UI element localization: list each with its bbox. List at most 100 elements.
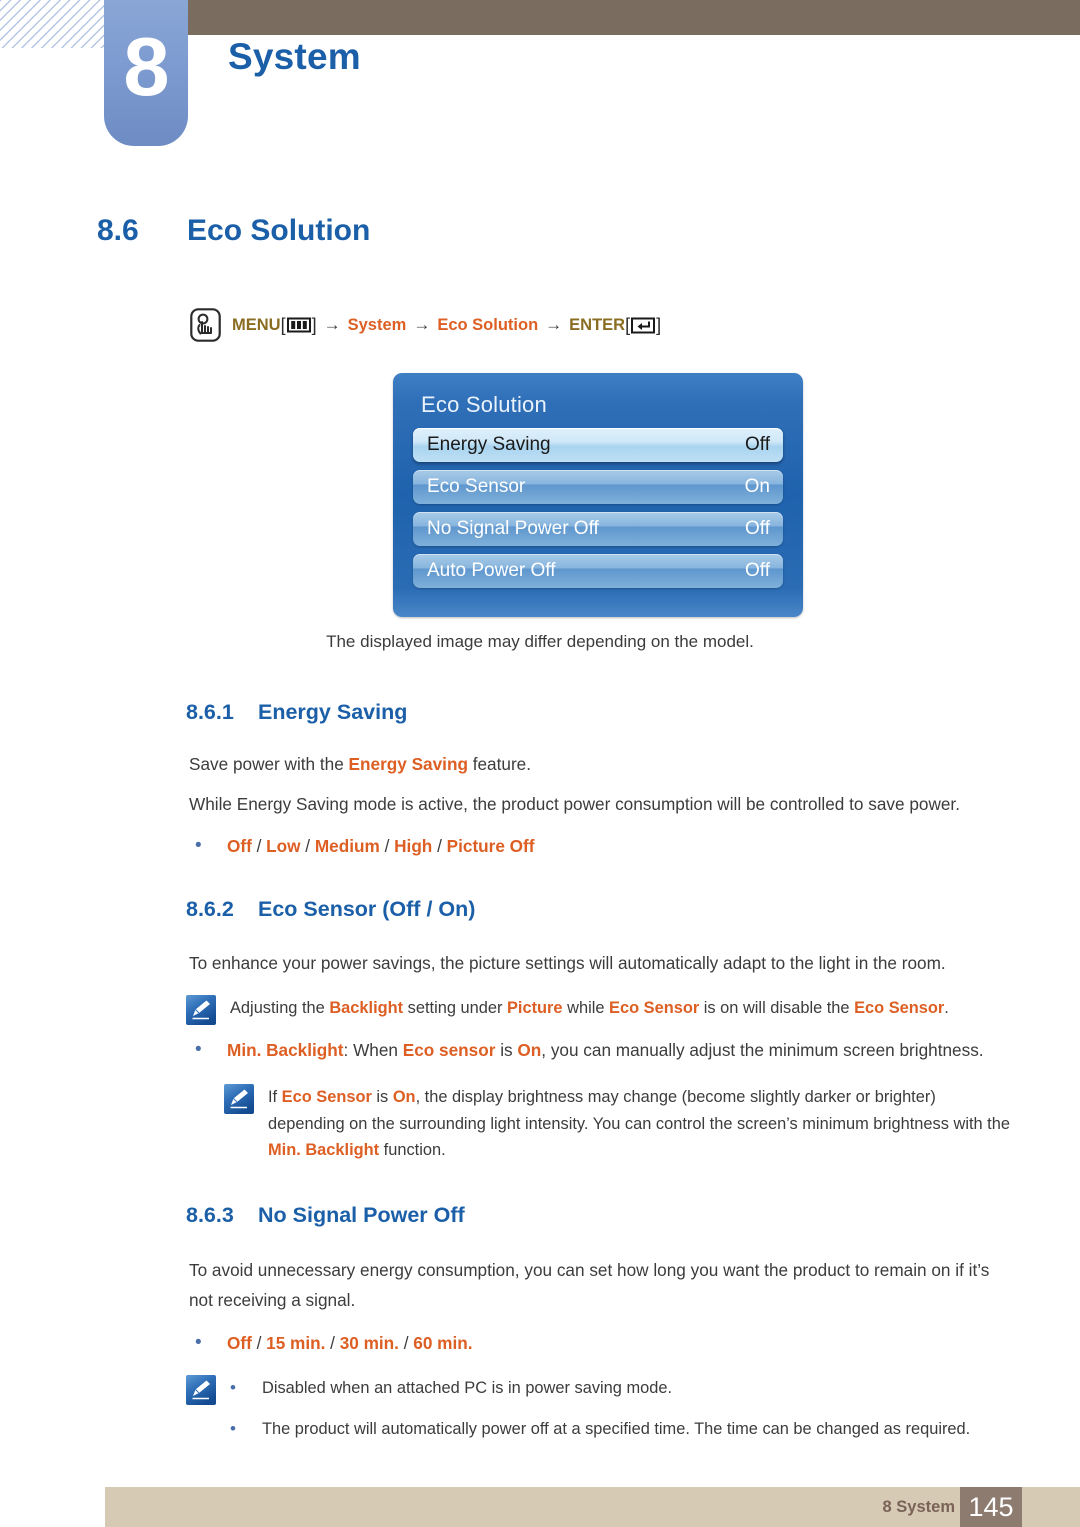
menu-step-eco-solution: Eco Solution [437,315,539,334]
term-eco-sensor: Eco Sensor [281,1088,372,1106]
chapter-title: System [228,36,361,77]
option-off: Off [227,1333,252,1353]
osd-title: Eco Solution [421,392,547,417]
term-on: On [517,1040,542,1060]
bracket-open-enter: [ [625,314,631,335]
option-medium: Medium [314,836,380,856]
note-block-862-1: Adjusting the Backlight setting under Pi… [186,995,1016,1025]
note-list-item: • Disabled when an attached PC is in pow… [230,1375,1026,1402]
option-30-min: 30 min. [339,1333,399,1353]
paragraph-862-1: To enhance your power savings, the pictu… [189,953,946,973]
option-low: Low [266,836,301,856]
bullet-dot-icon: • [230,1418,236,1438]
bullet-861-options: • Off / Low / Medium / High / Picture Of… [189,833,535,860]
separator: / [379,836,395,856]
note-item-text: The product will automatically power off… [262,1419,971,1438]
bracket-close-enter: ] [656,314,662,335]
osd-row-eco-sensor[interactable]: Eco Sensor On [413,470,783,504]
separator: / [251,1333,267,1353]
subsection-title-863: No Signal Power Off [258,1203,465,1227]
osd-row-value: Off [745,434,770,455]
bullet-863-options: • Off / 15 min. / 30 min. / 60 min. [189,1330,473,1357]
menu-key-icon [286,317,311,333]
note-item-text: Disabled when an attached PC is in power… [262,1379,672,1397]
arrow-2-icon: → [413,315,431,334]
option-15-min: 15 min. [266,1333,326,1353]
text-run: . [944,999,949,1017]
osd-row-value: Off [745,518,770,539]
text-run: is [371,1088,393,1106]
text-run: If [268,1088,282,1106]
osd-row-auto-power-off[interactable]: Auto Power Off Off [413,554,783,588]
osd-row-no-signal-power-off[interactable]: No Signal Power Off Off [413,512,783,546]
note-pencil-icon [224,1084,254,1114]
note-block-863: • Disabled when an attached PC is in pow… [186,1375,1026,1442]
bullet-text: Off / Low / Medium / High / Picture Off [227,833,535,860]
subsection-number-863: 8.6.3 [186,1203,234,1227]
osd-row-label: Eco Sensor [427,476,526,497]
osd-caption: The displayed image may differ depending… [326,632,754,651]
subsection-number-862: 8.6.2 [186,897,234,921]
paragraph-861-2: While Energy Saving mode is active, the … [189,794,960,814]
osd-row-label: No Signal Power Off [427,518,599,539]
osd-row-value: On [744,476,770,497]
subsection-heading-863: 8.6.3 No Signal Power Off [186,1203,465,1228]
enter-label: ENTER [569,315,626,334]
option-off: Off [227,836,252,856]
term-eco-sensor: Eco sensor [402,1040,496,1060]
diagonal-hatch-decoration [0,0,112,48]
subsection-title-861: Energy Saving [258,700,408,724]
osd-row-value: Off [745,560,770,581]
osd-row-label: Energy Saving [427,434,551,455]
bullet-dot-icon: • [195,835,202,856]
touch-hand-icon [190,308,221,342]
note-text: If Eco Sensor is On, the display brightn… [268,1084,1014,1164]
option-high: High [394,836,433,856]
bullet-text: Off / 15 min. / 30 min. / 60 min. [227,1330,473,1357]
text-run: is on will disable the [699,999,855,1017]
section-title: Eco Solution [187,214,371,247]
note-text: Adjusting the Backlight setting under Pi… [230,995,949,1025]
note-list-item: • The product will automatically power o… [230,1416,1026,1443]
text-run: function. [379,1141,446,1159]
bullet-862-min-backlight: • Min. Backlight: When Eco sensor is On,… [189,1037,1019,1064]
paragraph-861-1: Save power with the Energy Saving featur… [189,749,1004,779]
option-60-min: 60 min. [413,1333,473,1353]
text-run: , you can manually adjust the minimum sc… [541,1040,984,1060]
bullet-dot-icon: • [195,1332,202,1353]
bullet-dot-icon: • [195,1039,202,1060]
menu-step-system: System [347,315,407,334]
footer-chapter-reference: 8 System [882,1497,955,1516]
text-run: : When [343,1040,403,1060]
text-run: setting under [403,999,507,1017]
subsection-heading-862: 8.6.2 Eco Sensor (Off / On) [186,897,475,922]
term-min-backlight: Min. Backlight [227,1040,344,1060]
term-eco-sensor-2: Eco Sensor [854,999,945,1017]
chapter-number: 8 [123,19,169,113]
osd-row-label: Auto Power Off [427,560,556,581]
osd-row-energy-saving[interactable]: Energy Saving Off [413,428,783,462]
osd-menu-eco-solution: Eco Solution Energy Saving Off Eco Senso… [393,373,803,617]
term-on: On [392,1088,416,1106]
note-pencil-icon [186,1375,216,1405]
bullet-dot-icon: • [230,1378,236,1397]
bullet-text: Min. Backlight: When Eco sensor is On, y… [227,1037,984,1064]
text-run: Adjusting the [230,999,330,1017]
section-number: 8.6 [97,214,139,247]
section-heading: 8.6 Eco Solution [97,214,370,248]
text-run: while [562,999,610,1017]
separator: / [300,836,315,856]
note-text: • Disabled when an attached PC is in pow… [230,1375,1026,1442]
text-run: feature. [467,754,532,774]
menu-path: MENU [ ] → System → Eco Solution → ENTER… [190,308,661,342]
header-brown-bar [188,0,1080,35]
term-eco-sensor: Eco Sensor [609,999,700,1017]
term-backlight: Backlight [329,999,404,1017]
term-energy-saving: Energy Saving [348,754,468,774]
subsection-title-862: Eco Sensor (Off / On) [258,897,476,921]
enter-key-icon [631,317,656,333]
note-block-862-2: If Eco Sensor is On, the display brightn… [224,1084,1014,1164]
menu-label: MENU [232,315,281,334]
separator: / [325,1333,340,1353]
term-picture: Picture [506,999,563,1017]
